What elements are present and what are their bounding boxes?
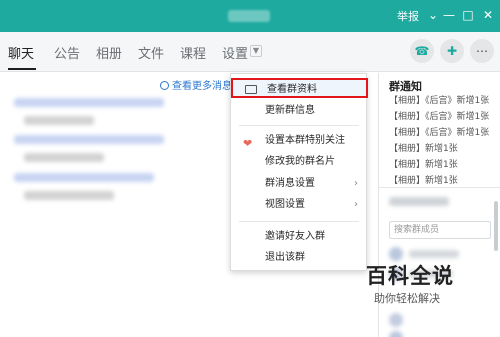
tab-bar: 聊天 公告 相册 文件 课程 设置 ▼ ☎ ✚ ⋯: [0, 32, 500, 72]
chevron-down-icon[interactable]: ▼: [250, 45, 262, 57]
phone-icon[interactable]: ☎: [410, 39, 434, 63]
menu-item-label: 更新群信息: [265, 105, 315, 116]
more-icon[interactable]: ⋯: [470, 39, 494, 63]
message-sender-blurred: [14, 98, 164, 107]
menu-item-invite-friends[interactable]: 邀请好友入群: [231, 227, 368, 247]
notice-item[interactable]: 【相册】《后宫》新增1张: [389, 125, 489, 138]
message-sender-blurred: [14, 173, 154, 182]
menu-item-label: 群消息设置: [265, 178, 315, 189]
view-more-messages-label: 查看更多消息: [172, 81, 232, 92]
divider: [239, 125, 359, 126]
notice-item[interactable]: 【相册】新增1张: [389, 173, 458, 186]
group-notice-title: 群通知: [389, 80, 422, 93]
tab-chat[interactable]: 聊天: [8, 43, 34, 62]
menu-item-view-settings[interactable]: 视图设置 ›: [231, 195, 368, 215]
active-tab-indicator: [8, 68, 36, 70]
watermark-title: 百科全说: [366, 264, 454, 288]
close-icon[interactable]: ✕: [479, 6, 497, 24]
member-count-blurred: [389, 197, 449, 206]
member-name-blurred[interactable]: [409, 250, 459, 258]
profile-card-icon: [245, 85, 257, 94]
clock-icon: [160, 81, 169, 90]
chevron-right-icon: ›: [354, 178, 358, 189]
tab-files[interactable]: 文件: [138, 43, 164, 62]
avatar[interactable]: [389, 313, 403, 327]
message-text-blurred: [24, 153, 104, 162]
tab-album[interactable]: 相册: [96, 43, 122, 62]
menu-item-update-group-info[interactable]: 更新群信息: [231, 101, 368, 121]
notice-item[interactable]: 【相册】新增1张: [389, 157, 458, 170]
title-bar: 举报 ⌄ — □ ✕: [0, 0, 500, 32]
menu-item-label: 视图设置: [265, 199, 305, 210]
message-text-blurred: [24, 191, 114, 200]
maximize-icon[interactable]: □: [459, 6, 477, 24]
menu-item-label: 查看群资料: [267, 84, 317, 95]
menu-item-label: 退出该群: [265, 252, 305, 263]
divider: [379, 187, 500, 188]
notice-item[interactable]: 【相册】《后宫》新增1张: [389, 93, 489, 106]
tab-courses[interactable]: 课程: [180, 43, 206, 62]
tab-settings[interactable]: 设置: [222, 43, 248, 62]
menu-item-edit-group-card[interactable]: 修改我的群名片: [231, 152, 368, 172]
message-sender-blurred: [14, 135, 164, 144]
menu-item-label: 设置本群特别关注: [265, 135, 345, 146]
avatar[interactable]: [389, 247, 403, 261]
view-more-messages-link[interactable]: 查看更多消息: [160, 77, 232, 92]
notice-item[interactable]: 【相册】《后宫》新增1张: [389, 109, 489, 122]
add-chat-icon[interactable]: ✚: [440, 39, 464, 63]
menu-item-special-attention[interactable]: ❤ 设置本群特别关注: [231, 131, 368, 151]
group-context-menu: 查看群资料 更新群信息 ❤ 设置本群特别关注 修改我的群名片 群消息设置 › 视…: [230, 73, 368, 271]
member-search-input[interactable]: 搜索群成员: [389, 221, 491, 239]
watermark-subtitle: 助你轻松解决: [374, 292, 440, 305]
menu-item-label: 修改我的群名片: [265, 156, 335, 167]
tab-announcement[interactable]: 公告: [54, 43, 80, 62]
menu-item-view-group-info[interactable]: 查看群资料: [231, 78, 368, 98]
window-title-blurred: [228, 10, 270, 22]
watermark: 百科全说 助你轻松解决: [348, 260, 468, 312]
scrollbar[interactable]: [494, 201, 498, 251]
report-button[interactable]: 举报: [397, 8, 419, 24]
avatar[interactable]: [389, 331, 403, 337]
special-attention-icon: ❤: [243, 137, 253, 150]
minimize-icon[interactable]: —: [440, 6, 458, 24]
divider: [239, 221, 359, 222]
menu-item-label: 邀请好友入群: [265, 231, 325, 242]
notice-item[interactable]: 【相册】新增1张: [389, 141, 458, 154]
menu-item-message-settings[interactable]: 群消息设置 ›: [231, 174, 368, 194]
message-text-blurred: [24, 116, 94, 125]
chevron-right-icon: ›: [354, 199, 358, 210]
